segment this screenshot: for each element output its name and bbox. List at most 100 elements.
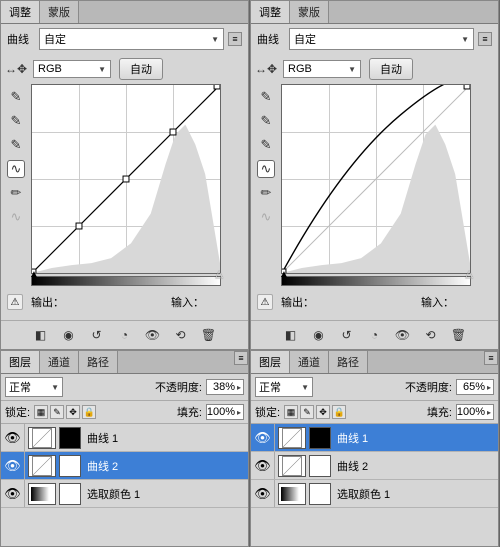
pencil-tool-icon[interactable]: ✏ [257,184,275,202]
eyedropper-black-icon[interactable]: ✎ [257,88,275,106]
clip-warning-icon[interactable]: ⚠ [7,294,23,310]
view-previous-icon[interactable]: ◉ [60,327,78,343]
reset-icon[interactable]: ↺ [88,327,106,343]
layer-thumb-curves[interactable] [278,427,306,449]
layer-row[interactable]: 👁 选取颜色 1 [1,480,248,508]
layer-mask-thumb[interactable] [309,455,331,477]
layer-visibility-icon[interactable]: ◧ [282,327,300,343]
layer-mask-thumb[interactable] [59,483,81,505]
tab-layers[interactable]: 图层 [1,351,40,373]
clip-icon[interactable]: ◔ [366,327,384,343]
lock-position-icon[interactable]: ✥ [316,405,330,419]
layer-thumb-curves[interactable] [28,427,56,449]
lock-position-icon[interactable]: ✥ [66,405,80,419]
eyedropper-black-icon[interactable]: ✎ [7,88,25,106]
black-point-slider[interactable]: ▲ [279,269,289,280]
layer-row[interactable]: 👁 曲线 1 [1,424,248,452]
eyedropper-white-icon[interactable]: ✎ [7,136,25,154]
tab-channels[interactable]: 通道 [290,351,329,373]
black-point-slider[interactable]: ▲ [29,269,39,280]
curve-point-tool-icon[interactable]: ∿ [257,160,275,178]
toggle-eye-icon[interactable]: 👁 [394,327,412,343]
layer-thumb-curves[interactable] [278,455,306,477]
panel-menu-icon[interactable]: ≡ [228,32,242,46]
layer-thumb-selcolor[interactable] [278,483,306,505]
lock-pixels-icon[interactable]: ✎ [300,405,314,419]
view-previous-icon[interactable]: ◉ [310,327,328,343]
layer-mask-thumb[interactable] [59,427,81,449]
delete-adj-icon[interactable]: 🗑 [200,327,218,343]
layer-mask-thumb[interactable] [59,455,81,477]
target-adjust-icon[interactable]: ↔✥ [7,60,25,78]
blend-mode-dropdown[interactable]: 正常 ▼ [255,377,313,397]
tab-adjust[interactable]: 调整 [1,1,40,23]
auto-button[interactable]: 自动 [369,58,413,80]
layer-row[interactable]: 👁 曲线 2 [1,452,248,480]
smooth-tool-icon[interactable]: ∿ [257,208,275,226]
toggle-eye-icon[interactable]: 👁 [144,327,162,343]
panel-menu-icon[interactable]: ≡ [478,32,492,46]
layer-row[interactable]: 👁 选取颜色 1 [251,480,498,508]
white-point-slider[interactable]: △ [465,269,473,280]
channel-dropdown[interactable]: RGB ▼ [33,60,111,78]
eye-icon[interactable]: 👁 [251,424,275,451]
channel-dropdown[interactable]: RGB ▼ [283,60,361,78]
input-gradient[interactable]: ▲ △ [31,276,221,286]
tab-mask[interactable]: 蒙版 [290,1,329,23]
tab-channels[interactable]: 通道 [40,351,79,373]
layer-name[interactable]: 选取颜色 1 [85,486,248,502]
opacity-input[interactable]: 38% ▸ [206,379,244,395]
eye-icon[interactable]: 👁 [251,480,275,507]
panel-menu-icon[interactable]: ≡ [484,351,498,365]
preset-dropdown[interactable]: 自定 ▼ [289,28,474,50]
lock-all-icon[interactable]: 🔒 [332,405,346,419]
fill-input[interactable]: 100% ▸ [456,404,494,420]
lock-pixels-icon[interactable]: ✎ [50,405,64,419]
layer-visibility-icon[interactable]: ◧ [32,327,50,343]
reset-default-icon[interactable]: ⟲ [422,327,440,343]
eye-icon[interactable]: 👁 [1,480,25,507]
panel-menu-icon[interactable]: ≡ [234,351,248,365]
curve-grid[interactable] [31,84,221,274]
target-adjust-icon[interactable]: ↔✥ [257,60,275,78]
lock-all-icon[interactable]: 🔒 [82,405,96,419]
layer-thumb-selcolor[interactable] [28,483,56,505]
layer-name[interactable]: 曲线 1 [85,430,248,446]
opacity-input[interactable]: 65% ▸ [456,379,494,395]
layer-mask-thumb[interactable] [309,483,331,505]
reset-icon[interactable]: ↺ [338,327,356,343]
curve-grid[interactable] [281,84,471,274]
layer-thumb-curves[interactable] [28,455,56,477]
layer-row[interactable]: 👁 曲线 1 [251,424,498,452]
tab-paths[interactable]: 路径 [329,351,368,373]
preset-dropdown[interactable]: 自定 ▼ [39,28,224,50]
layer-name[interactable]: 选取颜色 1 [335,486,498,502]
eyedropper-gray-icon[interactable]: ✎ [7,112,25,130]
layer-row[interactable]: 👁 曲线 2 [251,452,498,480]
input-gradient[interactable]: ▲ △ [281,276,471,286]
eye-icon[interactable]: 👁 [1,424,25,451]
smooth-tool-icon[interactable]: ∿ [7,208,25,226]
eyedropper-gray-icon[interactable]: ✎ [257,112,275,130]
reset-default-icon[interactable]: ⟲ [172,327,190,343]
white-point-slider[interactable]: △ [215,269,223,280]
eye-icon[interactable]: 👁 [1,452,25,479]
delete-adj-icon[interactable]: 🗑 [450,327,468,343]
pencil-tool-icon[interactable]: ✏ [7,184,25,202]
curve-point-tool-icon[interactable]: ∿ [7,160,25,178]
clip-warning-icon[interactable]: ⚠ [257,294,273,310]
clip-icon[interactable]: ◔ [116,327,134,343]
tab-paths[interactable]: 路径 [79,351,118,373]
layer-name[interactable]: 曲线 2 [85,458,248,474]
fill-input[interactable]: 100% ▸ [206,404,244,420]
tab-layers[interactable]: 图层 [251,351,290,373]
layer-name[interactable]: 曲线 2 [335,458,498,474]
auto-button[interactable]: 自动 [119,58,163,80]
lock-transparent-icon[interactable]: ▦ [34,405,48,419]
eye-icon[interactable]: 👁 [251,452,275,479]
tab-mask[interactable]: 蒙版 [40,1,79,23]
tab-adjust[interactable]: 调整 [251,1,290,23]
layer-name[interactable]: 曲线 1 [335,430,498,446]
layer-mask-thumb[interactable] [309,427,331,449]
blend-mode-dropdown[interactable]: 正常 ▼ [5,377,63,397]
